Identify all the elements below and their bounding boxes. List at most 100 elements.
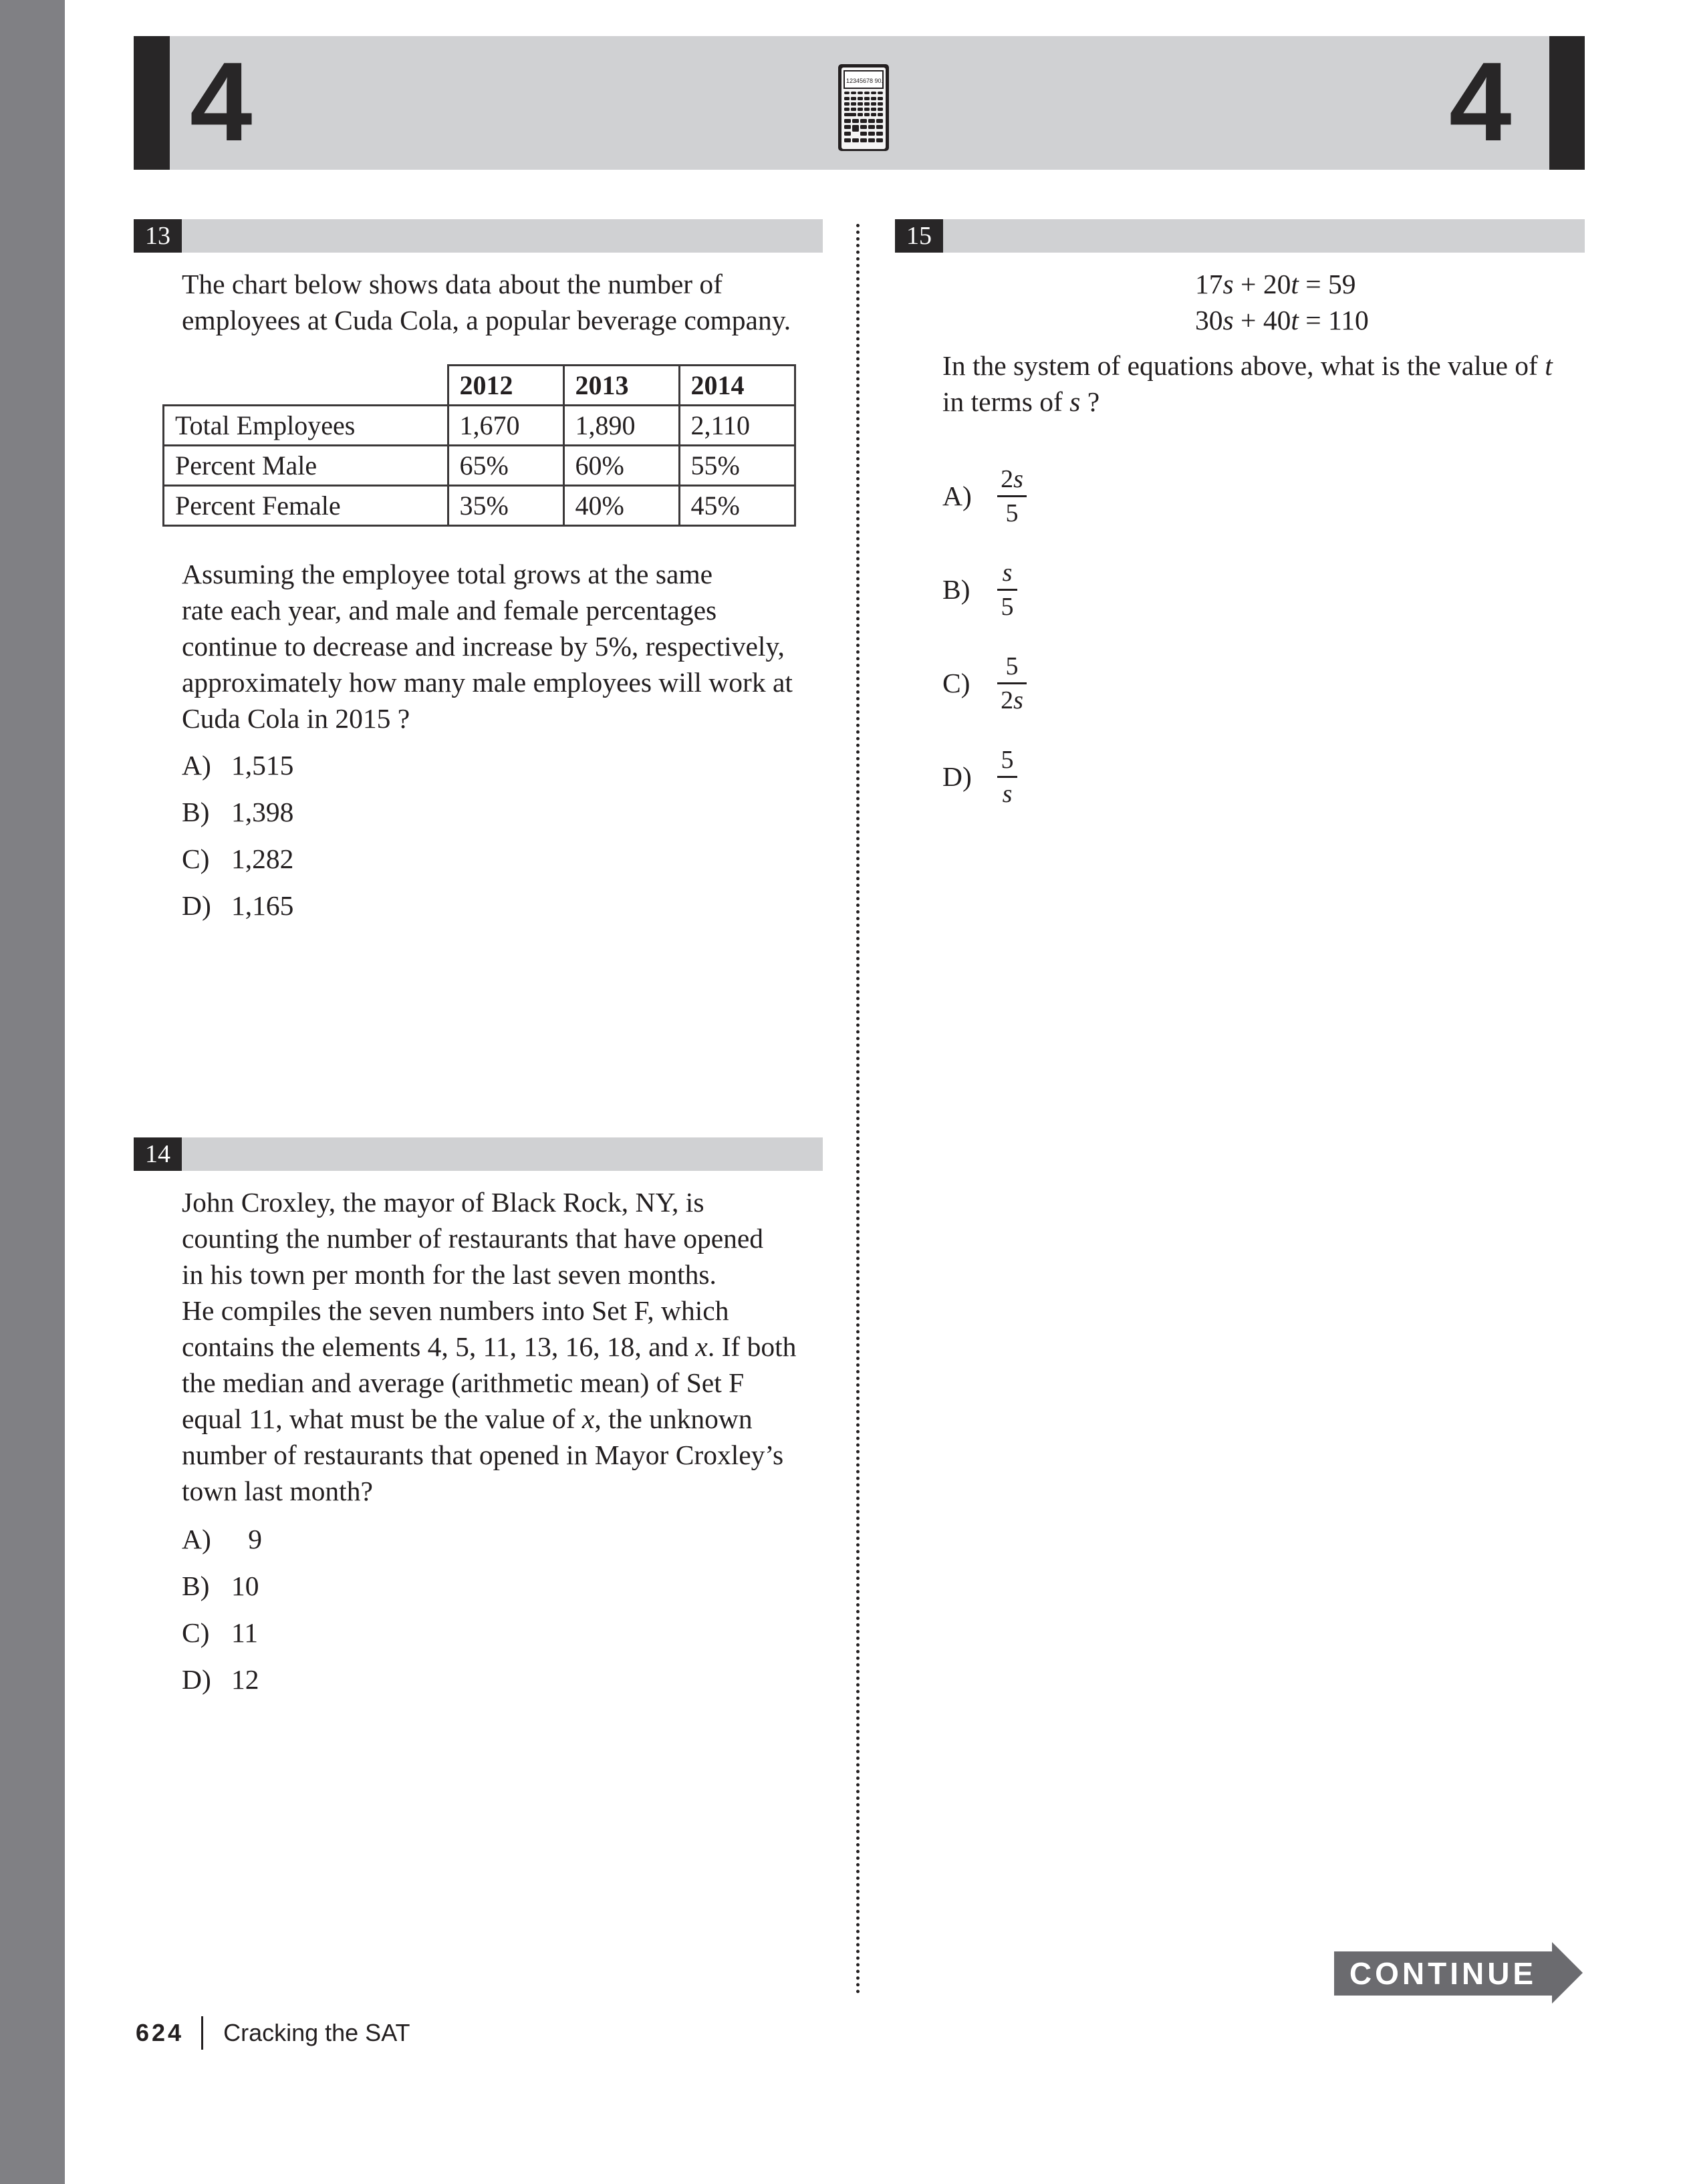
text-line: contains the elements 4, 5, 11, 13, 16, … bbox=[182, 1331, 797, 1362]
numerator: 5 bbox=[1005, 652, 1019, 680]
text-line: approximately how many male employees wi… bbox=[182, 667, 793, 698]
choice-text: 10 bbox=[231, 1571, 259, 1601]
question-13-prompt: Assuming the employee total grows at the… bbox=[182, 556, 823, 736]
text-line: John Croxley, the mayor of Black Rock, N… bbox=[182, 1187, 704, 1218]
table-cell: 1,890 bbox=[562, 404, 680, 446]
answer-choice-a[interactable]: A) 2s 5 bbox=[942, 449, 1027, 543]
table-cell: 45% bbox=[678, 485, 796, 527]
choice-letter: C) bbox=[182, 843, 210, 874]
page-number: 624 bbox=[136, 2019, 184, 2046]
fraction-bar bbox=[997, 775, 1017, 778]
text-line: the median and average (arithmetic mean)… bbox=[182, 1367, 745, 1398]
page-footer: 624 Cracking the SAT bbox=[136, 2014, 410, 2052]
section-number-left: 4 bbox=[190, 39, 253, 164]
denominator: 5 bbox=[1001, 592, 1014, 621]
coefficient: 30 bbox=[1195, 305, 1223, 335]
table-corner-cell bbox=[163, 365, 449, 406]
table-row: Percent Male 65% 60% 55% bbox=[162, 444, 796, 487]
section-header-left-block bbox=[134, 36, 170, 170]
text-line: continue to decrease and increase by 5%,… bbox=[182, 631, 785, 662]
answer-choice-b[interactable]: B) s 5 bbox=[942, 543, 1027, 636]
equation-2: 30s + 40t = 110 bbox=[1195, 305, 1369, 335]
choice-letter: B) bbox=[182, 797, 210, 827]
text-line: Cuda Cola in 2015 ? bbox=[182, 703, 410, 734]
table-cell: 55% bbox=[678, 444, 796, 487]
text-line: rate each year, and male and female perc… bbox=[182, 595, 717, 626]
section-header-right-block bbox=[1549, 36, 1585, 170]
choice-letter: D) bbox=[942, 761, 972, 792]
calculator-display: 12345678 90. bbox=[846, 78, 883, 84]
choice-letter: B) bbox=[942, 574, 970, 605]
fraction-bar bbox=[997, 682, 1027, 684]
question-15-header-bar bbox=[895, 219, 1585, 253]
question-14-header-bar bbox=[134, 1137, 823, 1171]
table-row: Total Employees 1,670 1,890 2,110 bbox=[162, 404, 796, 446]
continue-button[interactable]: CONTINUE bbox=[1334, 1942, 1585, 2004]
choice-letter: D) bbox=[182, 890, 211, 921]
table-cell: 1,670 bbox=[446, 404, 565, 446]
choice-letter: A) bbox=[182, 750, 211, 781]
answer-choice-d[interactable]: D) 5s bbox=[942, 730, 1027, 823]
table-cell: 60% bbox=[562, 444, 680, 487]
continue-label: CONTINUE bbox=[1334, 1951, 1552, 1996]
question-13-number: 13 bbox=[134, 219, 182, 253]
choice-letter: B) bbox=[182, 1571, 210, 1601]
text-line: employees at Cuda Cola, a popular bevera… bbox=[182, 305, 791, 335]
constant: 110 bbox=[1328, 305, 1369, 335]
text-line: Assuming the employee total grows at the… bbox=[182, 559, 713, 589]
question-13-header-bar bbox=[134, 219, 823, 253]
text-line: He compiles the seven numbers into Set F… bbox=[182, 1295, 729, 1326]
text-line: counting the number of restaurants that … bbox=[182, 1223, 764, 1254]
choice-text: 11 bbox=[231, 1617, 258, 1648]
choice-text: 1,515 bbox=[231, 750, 294, 781]
fraction: 5 2s bbox=[997, 652, 1027, 715]
denominator: 2s bbox=[1001, 686, 1023, 714]
answer-choice-d[interactable]: D) 1,165 bbox=[182, 882, 293, 929]
employee-data-table: 2012 2013 2014 Total Employees 1,670 1,8… bbox=[162, 364, 796, 527]
answer-choice-c[interactable]: C) 11 bbox=[182, 1609, 262, 1656]
answer-choice-a[interactable]: A) 9 bbox=[182, 1516, 262, 1562]
column-divider bbox=[856, 224, 860, 1995]
side-stripe bbox=[0, 0, 65, 2184]
answer-choice-d[interactable]: D) 12 bbox=[182, 1656, 262, 1703]
arrow-right-icon bbox=[1552, 1942, 1583, 2004]
answer-choice-c[interactable]: C) 5 2s bbox=[942, 636, 1027, 730]
row-label: Percent Male bbox=[162, 444, 449, 487]
choice-letter: A) bbox=[942, 481, 972, 511]
question-15-options: A) 2s 5 B) s5 C) 5 2s D) 5s bbox=[942, 449, 1027, 823]
table-row: Percent Female 35% 40% 45% bbox=[162, 485, 796, 527]
text-line: number of restaurants that opened in May… bbox=[182, 1440, 784, 1470]
answer-choice-a[interactable]: A) 1,515 bbox=[182, 742, 293, 789]
text-line: in terms of s ? bbox=[942, 386, 1100, 417]
choice-letter: D) bbox=[182, 1664, 211, 1695]
table-cell: 2,110 bbox=[678, 404, 796, 446]
question-14-number: 14 bbox=[134, 1137, 182, 1171]
question-13-options: A) 1,515 B) 1,398 C) 1,282 D) 1,165 bbox=[182, 742, 293, 929]
question-15-prompt: In the system of equations above, what i… bbox=[942, 348, 1597, 420]
equation-system: 17s + 20t = 59 30s + 40t = 110 bbox=[1195, 266, 1369, 338]
choice-text: 1,165 bbox=[231, 890, 294, 921]
question-14-options: A) 9 B) 10 C) 11 D) 12 bbox=[182, 1516, 262, 1703]
row-label: Percent Female bbox=[162, 485, 449, 527]
answer-choice-b[interactable]: B) 10 bbox=[182, 1562, 262, 1609]
fraction-bar bbox=[997, 495, 1027, 497]
fraction: 5s bbox=[997, 745, 1017, 809]
table-cell: 65% bbox=[446, 444, 565, 487]
choice-text: 1,282 bbox=[231, 843, 294, 874]
column-header: 2014 bbox=[678, 364, 796, 406]
choice-letter: A) bbox=[182, 1524, 211, 1554]
choice-text: 12 bbox=[231, 1664, 259, 1695]
numerator: s bbox=[1002, 558, 1013, 587]
footer-divider bbox=[201, 2016, 204, 2050]
text-line: In the system of equations above, what i… bbox=[942, 350, 1553, 381]
choice-text: 9 bbox=[248, 1524, 262, 1554]
table-cell: 35% bbox=[446, 485, 565, 527]
answer-choice-c[interactable]: C) 1,282 bbox=[182, 835, 293, 882]
coefficient: 40 bbox=[1263, 305, 1291, 335]
numerator: 5 bbox=[1001, 745, 1014, 774]
constant: 59 bbox=[1328, 269, 1356, 299]
text-line: The chart below shows data about the num… bbox=[182, 269, 723, 299]
column-header: 2012 bbox=[446, 364, 565, 406]
answer-choice-b[interactable]: B) 1,398 bbox=[182, 789, 293, 835]
column-header: 2013 bbox=[562, 364, 680, 406]
